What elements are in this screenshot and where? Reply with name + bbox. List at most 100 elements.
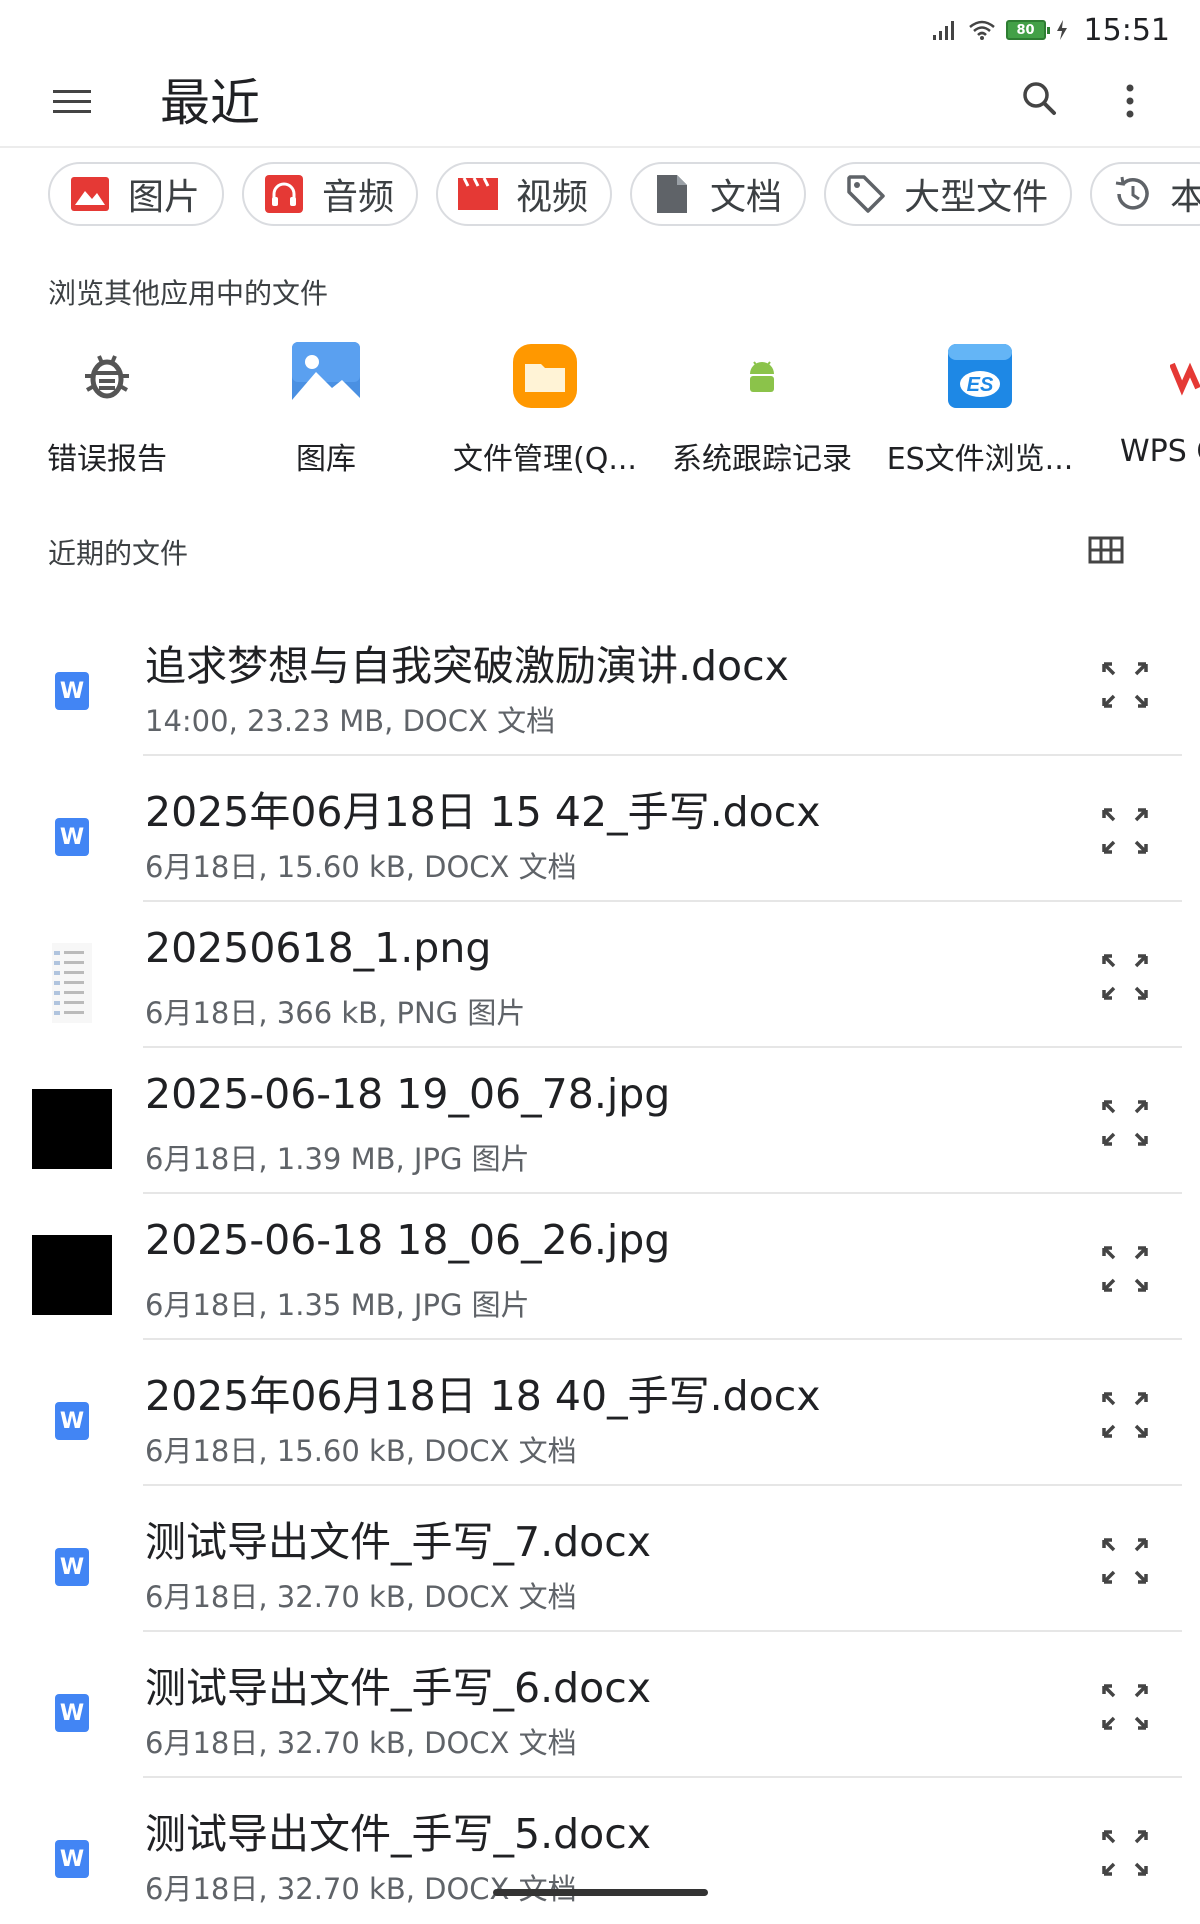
file-name: 测试导出文件_手写_7.docx — [145, 1518, 652, 1566]
expand-preview-icon[interactable] — [1100, 1682, 1150, 1732]
file-meta: 6月18日, 32.70 kB, DOCX 文档 — [145, 1872, 577, 1906]
word-badge: W — [55, 1694, 89, 1732]
headphones-icon — [264, 174, 304, 214]
status-icons: 80 15:51 — [932, 10, 1170, 50]
wifi-icon — [968, 20, 995, 40]
file-row[interactable]: W 测试导出文件_手写_5.docx 6月18日, 32.70 kB, DOCX 文… — [0, 1778, 1200, 1924]
app-wps-office[interactable]: WPS O — [1090, 340, 1200, 469]
file-name: 2025年06月18日 15 42_手写.docx — [145, 788, 821, 836]
expand-preview-icon[interactable] — [1100, 1536, 1150, 1586]
file-meta: 14:00, 23.23 MB, DOCX 文档 — [145, 704, 556, 738]
android-icon — [726, 340, 798, 412]
chip-label: 大型文件 — [904, 177, 1049, 218]
png-thumbnail — [32, 943, 112, 1023]
file-row[interactable]: W 2025年06月18日 18 40_手写.docx 6月18日, 15.60 k… — [0, 1340, 1200, 1486]
file-meta: 6月18日, 1.39 MB, JPG 图片 — [145, 1142, 530, 1176]
app-bar: 最近 — [0, 58, 1200, 148]
gallery-icon — [290, 340, 362, 412]
chip-documents[interactable]: 文档 — [630, 162, 807, 226]
chip-label: 文档 — [710, 177, 783, 218]
file-meta: 6月18日, 366 kB, PNG 图片 — [145, 996, 526, 1030]
status-bar: 80 15:51 — [0, 0, 1200, 58]
file-meta: 6月18日, 32.70 kB, DOCX 文档 — [145, 1726, 577, 1760]
svg-text:ES: ES — [967, 374, 994, 396]
grid-view-icon[interactable] — [1086, 530, 1126, 570]
chip-video[interactable]: 视频 — [436, 162, 613, 226]
app-es-file-explorer[interactable]: ES ES文件浏览... — [875, 340, 1085, 478]
app-bug-report[interactable]: 错误报告 — [2, 340, 212, 478]
file-manager-icon — [509, 340, 581, 412]
es-file-explorer-icon: ES — [944, 340, 1016, 412]
image-icon — [70, 174, 110, 214]
battery-icon: 80 — [1005, 20, 1050, 40]
expand-preview-icon[interactable] — [1100, 952, 1150, 1002]
signal-icon — [932, 21, 954, 40]
more-options-icon[interactable] — [1110, 76, 1150, 126]
other-apps-row: 错误报告 图库 文件管理(Q... 系统跟踪记录 ES ES文件浏览... WP… — [0, 340, 1200, 490]
menu-icon[interactable] — [50, 80, 94, 124]
image-thumbnail — [32, 1235, 112, 1315]
app-label: 文件管理(Q... — [453, 442, 637, 477]
app-label: WPS O — [1120, 434, 1200, 469]
page-title: 最近 — [160, 74, 260, 132]
chip-label: 视频 — [516, 177, 589, 218]
recent-file-list: W 追求梦想与自我突破激励演讲.docx 14:00, 23.23 MB, DOCX… — [0, 610, 1200, 1924]
file-row[interactable]: W 追求梦想与自我突破激励演讲.docx 14:00, 23.23 MB, DOCX… — [0, 610, 1200, 756]
word-doc-icon: W — [32, 1381, 112, 1461]
other-apps-title: 浏览其他应用中的文件 — [48, 277, 329, 310]
word-doc-icon: W — [32, 797, 112, 877]
chip-images[interactable]: 图片 — [48, 162, 225, 226]
chip-label: 本 — [1170, 177, 1200, 218]
word-badge: W — [55, 672, 89, 710]
expand-preview-icon[interactable] — [1100, 1828, 1150, 1878]
file-row[interactable]: W 测试导出文件_手写_6.docx 6月18日, 32.70 kB, DOCX 文… — [0, 1632, 1200, 1778]
chip-label: 图片 — [128, 177, 201, 218]
file-name: 2025-06-18 19_06_78.jpg — [145, 1070, 671, 1118]
history-icon — [1112, 174, 1152, 214]
file-row[interactable]: W 2025年06月18日 15 42_手写.docx 6月18日, 15.60 k… — [0, 756, 1200, 902]
app-gallery[interactable]: 图库 — [221, 340, 431, 478]
tag-icon — [846, 174, 886, 214]
category-chips: 图片 音频 视频 文档 大型文件 本 — [48, 162, 1200, 226]
file-name: 2025年06月18日 18 40_手写.docx — [145, 1372, 821, 1420]
chip-audio[interactable]: 音频 — [242, 162, 419, 226]
file-row[interactable]: 2025-06-18 19_06_78.jpg 6月18日, 1.39 MB, J… — [0, 1048, 1200, 1194]
word-doc-icon: W — [32, 651, 112, 731]
word-badge: W — [55, 818, 89, 856]
expand-preview-icon[interactable] — [1100, 1390, 1150, 1440]
word-badge: W — [55, 1402, 89, 1440]
file-meta: 6月18日, 15.60 kB, DOCX 文档 — [145, 1434, 577, 1468]
file-name: 20250618_1.png — [145, 924, 492, 972]
app-file-manager[interactable]: 文件管理(Q... — [440, 340, 650, 478]
file-row[interactable]: 2025-06-18 18_06_26.jpg 6月18日, 1.35 MB, J… — [0, 1194, 1200, 1340]
recent-files-title: 近期的文件 — [48, 537, 189, 570]
chip-large-files[interactable]: 大型文件 — [824, 162, 1073, 226]
file-name: 追求梦想与自我突破激励演讲.docx — [145, 642, 789, 690]
chip-label: 音频 — [322, 177, 395, 218]
app-label: ES文件浏览... — [886, 442, 1074, 477]
search-icon[interactable] — [1015, 74, 1065, 124]
file-meta: 6月18日, 32.70 kB, DOCX 文档 — [145, 1580, 577, 1614]
word-doc-icon: W — [32, 1527, 112, 1607]
wps-icon — [1170, 340, 1200, 412]
thumbnail-image — [32, 1089, 112, 1169]
home-indicator[interactable] — [493, 1889, 708, 1896]
file-name: 2025-06-18 18_06_26.jpg — [145, 1216, 671, 1264]
app-label: 错误报告 — [47, 442, 167, 477]
file-row[interactable]: 20250618_1.png 6月18日, 366 kB, PNG 图片 — [0, 902, 1200, 1048]
file-row[interactable]: W 测试导出文件_手写_7.docx 6月18日, 32.70 kB, DOCX 文… — [0, 1486, 1200, 1632]
expand-preview-icon[interactable] — [1100, 660, 1150, 710]
app-system-tracing[interactable]: 系统跟踪记录 — [657, 340, 867, 478]
bug-icon — [71, 340, 143, 412]
word-badge: W — [55, 1548, 89, 1586]
status-time: 15:51 — [1083, 12, 1170, 48]
expand-preview-icon[interactable] — [1100, 806, 1150, 856]
movie-icon — [458, 174, 499, 214]
word-doc-icon: W — [32, 1673, 112, 1753]
charging-icon — [1056, 20, 1067, 40]
chip-this-device[interactable]: 本 — [1090, 162, 1200, 226]
word-badge: W — [55, 1840, 89, 1878]
app-label: 系统跟踪记录 — [672, 442, 852, 477]
expand-preview-icon[interactable] — [1100, 1098, 1150, 1148]
expand-preview-icon[interactable] — [1100, 1244, 1150, 1294]
